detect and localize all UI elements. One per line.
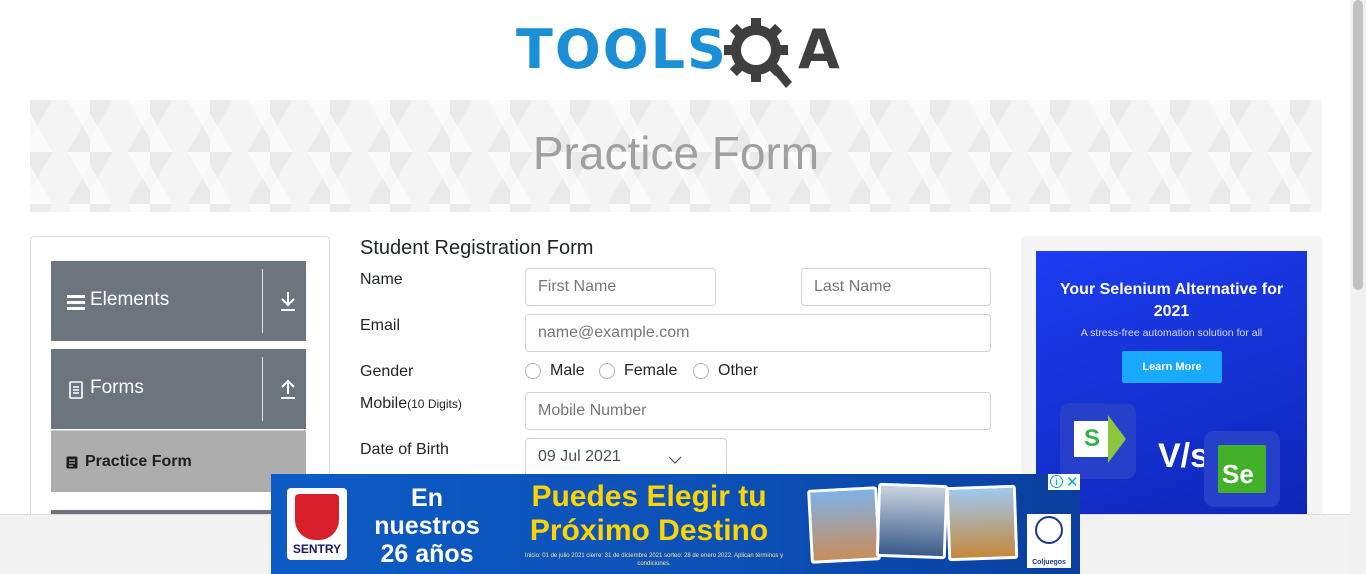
ad-fine-print: Inicio: 01 de julio 2021 cierre: 31 de d… (524, 553, 784, 567)
page: TOOLS A Practice Form Elements Forms Pra… (0, 0, 1366, 574)
ad-controls: i ✕ (1048, 473, 1080, 491)
download-arrow-icon[interactable] (278, 289, 298, 313)
form-title: Student Registration Form (360, 237, 594, 259)
divider (262, 357, 263, 421)
scrollbar-thumb[interactable] (1353, 0, 1363, 290)
sidebar-group-forms[interactable]: Forms (51, 349, 306, 429)
coljuegos-seal-icon: Coljuegos (1027, 514, 1071, 568)
photo-cathedral (807, 486, 881, 564)
email-label: Email (360, 317, 401, 334)
ad-photos (807, 478, 1019, 564)
badge-text: SENTRY (292, 542, 342, 556)
ad-years-text: En nuestros 26 años (374, 484, 480, 568)
sidebar-group-label: Elements (90, 289, 170, 310)
ad-headline: Your Selenium Alternative for 2021 (1059, 281, 1284, 320)
ad-promo-text: Puedes Elegir tu Próximo Destino (529, 480, 769, 547)
divider (262, 269, 263, 333)
sidebar-item-practice-form[interactable]: Practice Form (51, 430, 306, 492)
first-name-input[interactable] (525, 268, 716, 306)
sidebar-group-label: Forms (90, 377, 144, 398)
last-name-input[interactable] (801, 268, 991, 306)
page-title: Practice Form (532, 127, 820, 179)
radio-button[interactable] (525, 363, 541, 379)
radio-label: Other (718, 362, 759, 379)
radio-label: Female (624, 362, 678, 379)
logo-square: S (1074, 421, 1110, 457)
gender-label: Gender (360, 363, 414, 380)
hamburger-icon (67, 295, 85, 310)
selenium-logo-icon: Se (1204, 431, 1280, 507)
bottom-advertisement[interactable]: SENTRY En nuestros 26 años Puedes Elegir… (271, 474, 1080, 574)
seal-text: Coljuegos (1032, 559, 1066, 566)
page-banner: Practice Form (30, 100, 1322, 212)
radio-button[interactable] (599, 363, 615, 379)
gender-radio-female[interactable]: Female (599, 362, 677, 380)
email-input[interactable] (525, 314, 991, 352)
logo-square: Se (1218, 445, 1266, 493)
versus-text: V/s (1158, 437, 1210, 475)
photo-paris (945, 484, 1019, 562)
mobile-input[interactable] (525, 392, 991, 430)
logo-letter: S (1083, 425, 1100, 452)
shield-shape (295, 494, 339, 540)
learn-more-button[interactable]: Learn More (1122, 351, 1222, 383)
toolsqa-logo[interactable]: TOOLS A (516, 16, 841, 90)
sahi-logo-icon: S (1060, 403, 1136, 479)
sentry-logo-icon: SENTRY (287, 488, 347, 560)
upload-arrow-icon[interactable] (278, 377, 298, 401)
dob-input[interactable]: 09 Jul 2021 (525, 438, 727, 478)
dob-label: Date of Birth (360, 441, 449, 458)
radio-button[interactable] (693, 363, 709, 379)
mobile-label: Mobile(10 Digits) (360, 395, 462, 413)
sidebar-group-elements[interactable]: Elements (51, 261, 306, 341)
ad-info-icon[interactable]: i (1050, 475, 1063, 488)
dob-value: 09 Jul 2021 (538, 448, 621, 465)
gear-magnifier-icon (724, 18, 792, 88)
ad-close-icon[interactable]: ✕ (1066, 473, 1079, 491)
mobile-hint: (10 Digits) (407, 397, 462, 411)
ad-subtext: A stress-free automation solution for al… (1080, 327, 1263, 339)
logo-tools-text: TOOLS (516, 18, 728, 81)
logo-triangle (1108, 415, 1126, 463)
radio-label: Male (550, 362, 585, 379)
document-icon (69, 381, 83, 399)
chevron-down-icon (668, 456, 682, 464)
sidebar-item-label: Practice Form (85, 453, 192, 470)
gender-radio-other[interactable]: Other (693, 362, 758, 380)
seal-circle (1035, 516, 1063, 544)
mobile-label-text: Mobile (360, 395, 408, 412)
photo-room (875, 482, 949, 560)
gender-radio-male[interactable]: Male (525, 362, 585, 380)
logo-letters: Se (1222, 459, 1254, 489)
logo-a-text: A (798, 18, 840, 81)
form-icon (66, 456, 78, 469)
name-label: Name (360, 271, 403, 288)
